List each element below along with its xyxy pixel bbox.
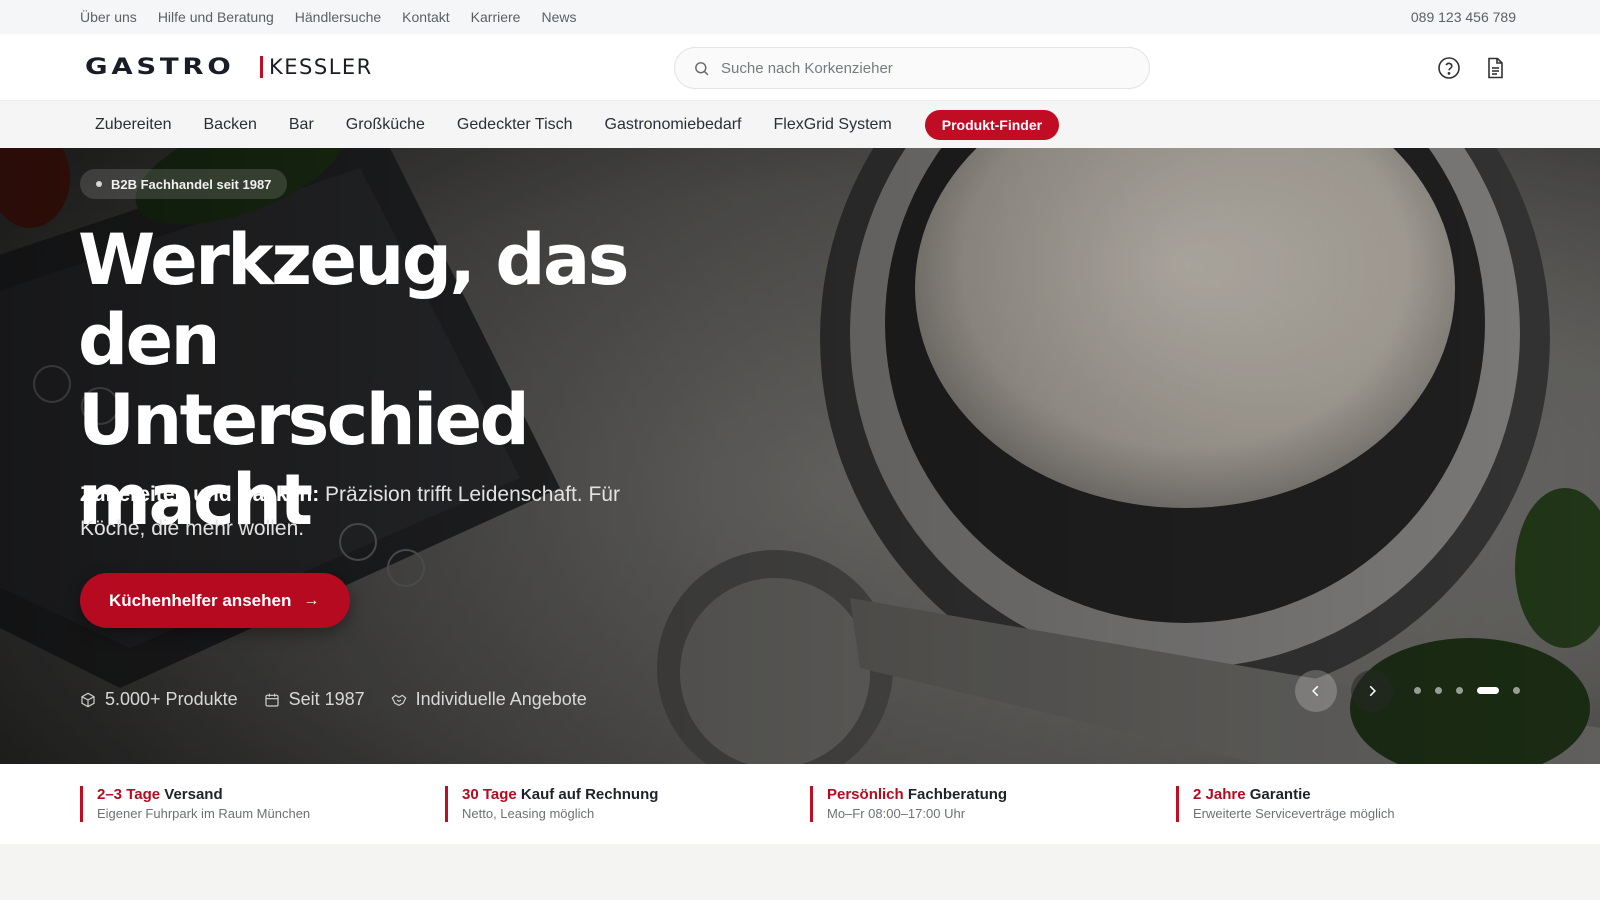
nav-gedeckter-tisch[interactable]: Gedeckter Tisch (457, 116, 573, 134)
usp-shipping: 2–3 Tage Versand Eigener Fuhrpark im Rau… (80, 786, 310, 822)
help-circle-icon[interactable] (1437, 56, 1461, 80)
link-karriere[interactable]: Karriere (471, 9, 521, 25)
page-continuation (0, 844, 1600, 900)
link-haendlersuche[interactable]: Händlersuche (295, 9, 381, 25)
stat-offers-label: Individuelle Angebote (415, 689, 587, 709)
hero-badge: B2B Fachhandel seit 1987 (80, 169, 288, 199)
box-icon (81, 692, 95, 707)
usp-invoice-title: 30 Tage Kauf auf Rechnung (462, 786, 658, 804)
usp-consulting-sub: Mo–Fr 08:00–17:00 Uhr (827, 806, 966, 821)
usp-shipping-label: Versand (164, 786, 223, 803)
arrow-right-icon: → (303, 591, 320, 609)
usp-invoice-sub: Netto, Leasing möglich (462, 806, 595, 821)
usp-invoice: 30 Tage Kauf auf Rechnung Netto, Leasing… (445, 786, 658, 822)
main-nav: Zubereiten Backen Bar Großküche Gedeckte… (0, 101, 1600, 148)
slider-dot-1[interactable] (1414, 687, 1421, 694)
usp-invoice-label: Kauf auf Rechnung (520, 786, 659, 803)
hero-banner: B2B Fachhandel seit 1987 Werkzeug, das d… (0, 148, 1600, 764)
nav-zubereiten[interactable]: Zubereiten (95, 116, 172, 134)
nav-gastronomiebedarf[interactable]: Gastronomiebedarf (605, 116, 742, 134)
link-news[interactable]: News (541, 9, 576, 25)
site-header: GASTRO KESSLER (0, 34, 1600, 101)
usp-invoice-highlight: 30 Tage (462, 786, 517, 803)
badge-dot (96, 181, 102, 187)
slider-next-button[interactable] (1351, 670, 1393, 712)
usp-warranty-label: Garantie (1249, 786, 1311, 803)
logo-gastro: GASTRO (85, 54, 235, 80)
chevron-left-icon (1312, 685, 1319, 697)
stat-since-label: Seit 1987 (288, 689, 365, 709)
usp-shipping-sub: Eigener Fuhrpark im Raum München (97, 806, 311, 821)
hero-subtitle-bold: Zubereiten und Backen: (80, 483, 320, 506)
slider-prev-button[interactable] (1295, 670, 1337, 712)
stat-offers: Individuelle Angebote (391, 689, 587, 710)
usp-consulting-highlight: Persönlich (827, 786, 904, 803)
handshake-icon (391, 694, 407, 706)
nav-bar[interactable]: Bar (289, 116, 314, 134)
nav-flexgrid-system[interactable]: FlexGrid System (774, 116, 892, 134)
utility-links: Über uns Hilfe und Beratung Händlersuche… (80, 9, 576, 25)
utility-bar: Über uns Hilfe und Beratung Händlersuche… (0, 0, 1600, 34)
slider-dot-2[interactable] (1435, 687, 1442, 694)
usp-consulting: Persönlich Fachberatung Mo–Fr 08:00–17:0… (810, 786, 1007, 822)
usp-warranty-sub: Erweiterte Serviceverträge möglich (1193, 806, 1395, 821)
chevron-right-icon (1369, 685, 1376, 697)
slider-pagination (1414, 687, 1520, 694)
slider-dot-4[interactable] (1477, 687, 1499, 694)
slider-dot-3[interactable] (1456, 687, 1463, 694)
produkt-finder-button[interactable]: Produkt-Finder (924, 109, 1060, 140)
logo[interactable]: GASTRO KESSLER (85, 53, 373, 81)
document-icon[interactable] (1483, 56, 1507, 80)
hero-subtitle: Zubereiten und Backen: Präzision trifft … (80, 478, 640, 546)
usp-consulting-title: Persönlich Fachberatung (827, 786, 1007, 804)
usp-shipping-title: 2–3 Tage Versand (97, 786, 310, 804)
hero-stats: 5.000+ Produkte Seit 1987 Individuelle A… (80, 689, 587, 710)
calendar-icon (265, 693, 279, 707)
slider-dot-5[interactable] (1513, 687, 1520, 694)
phone-number[interactable]: 089 123 456 789 (1411, 9, 1516, 25)
link-hilfe[interactable]: Hilfe und Beratung (158, 9, 274, 25)
usp-bar: 2–3 Tage Versand Eigener Fuhrpark im Rau… (0, 764, 1600, 844)
usp-warranty-highlight: 2 Jahre (1193, 786, 1246, 803)
nav-backen[interactable]: Backen (204, 116, 257, 134)
usp-warranty: 2 Jahre Garantie Erweiterte Servicevertr… (1176, 786, 1395, 822)
cta-label: Küchenhelfer ansehen (109, 590, 292, 610)
stat-products-label: 5.000+ Produkte (105, 689, 238, 709)
usp-warranty-title: 2 Jahre Garantie (1193, 786, 1395, 804)
usp-shipping-highlight: 2–3 Tage (97, 786, 161, 803)
kuechenhelfer-ansehen-button[interactable]: Küchenhelfer ansehen → (80, 573, 350, 628)
stat-products: 5.000+ Produkte (80, 689, 238, 710)
link-kontakt[interactable]: Kontakt (402, 9, 449, 25)
search-box[interactable] (674, 47, 1150, 89)
usp-consulting-label: Fachberatung (907, 786, 1008, 803)
nav-grosskueche[interactable]: Großküche (346, 116, 425, 134)
link-ueber-uns[interactable]: Über uns (80, 9, 137, 25)
badge-text: B2B Fachhandel seit 1987 (111, 176, 272, 192)
stat-since: Seit 1987 (264, 689, 365, 710)
search-input[interactable] (721, 59, 1121, 77)
search-icon (695, 61, 709, 75)
